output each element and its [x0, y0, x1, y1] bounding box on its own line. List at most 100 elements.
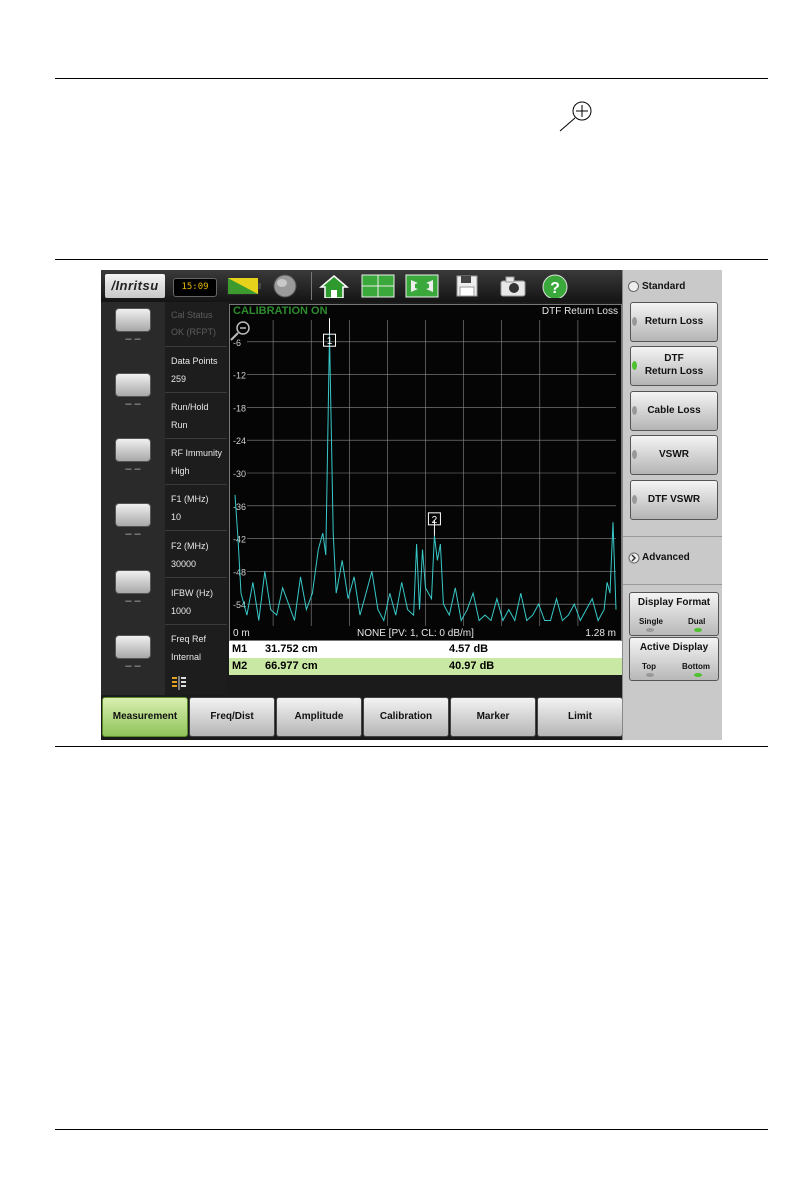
- dtf-return-loss-button[interactable]: DTF Return Loss: [630, 346, 718, 386]
- param-label: Freq Ref: [171, 634, 207, 644]
- param-ifbw: IFBW (Hz) 1000: [165, 578, 227, 625]
- param-value: Run: [171, 420, 188, 430]
- bottom-menu-bar: Measurement Freq/Dist Amplitude Calibrat…: [101, 695, 623, 740]
- parameter-list-icon[interactable]: [171, 676, 187, 690]
- top-rule: [55, 78, 768, 79]
- marker-value: 40.97 dB: [449, 660, 495, 672]
- softkey-4-label: – –: [125, 528, 141, 540]
- figure-bottom-rule: [55, 746, 768, 747]
- param-run-hold: Run/Hold Run: [165, 393, 227, 439]
- param-value: High: [171, 466, 190, 476]
- marker-row-m1[interactable]: M1 31.752 cm 4.57 dB: [229, 641, 622, 658]
- save-icon[interactable]: [455, 274, 479, 298]
- y-tick-label: -30: [233, 469, 246, 479]
- marker-label: 1: [327, 336, 333, 347]
- button-label-line1: DTF: [664, 353, 684, 364]
- camera-icon[interactable]: [499, 274, 527, 298]
- button-label: Return Loss: [644, 316, 704, 327]
- marker-label: 2: [432, 515, 438, 526]
- dual-indicator: [694, 628, 702, 632]
- marker-row-m2[interactable]: M2 66.977 cm 40.97 dB: [229, 658, 622, 675]
- home-icon[interactable]: [319, 274, 349, 298]
- menu-marker-button[interactable]: Marker: [450, 697, 536, 737]
- marker-table: M1 31.752 cm 4.57 dB M2 66.977 cm 40.97 …: [229, 641, 622, 675]
- clock-display: 15:09: [173, 278, 217, 297]
- x-axis-end: 1.28 m: [585, 628, 616, 639]
- toggle-title: Display Format: [637, 597, 711, 608]
- advanced-heading[interactable]: Advanced: [642, 552, 690, 563]
- param-label: RF Immunity: [171, 448, 223, 458]
- y-tick-label: -42: [233, 535, 246, 545]
- vswr-button[interactable]: VSWR: [630, 435, 718, 475]
- softkey-3[interactable]: [115, 438, 151, 462]
- param-label: Run/Hold: [171, 402, 209, 412]
- toolbar-separator: [311, 272, 312, 300]
- calibration-status: CALIBRATION ON: [233, 305, 328, 317]
- standard-heading[interactable]: Standard: [642, 281, 685, 292]
- dtf-vswr-button[interactable]: DTF VSWR: [630, 480, 718, 520]
- top-toolbar: /Inritsu 15:09 ?: [101, 270, 622, 302]
- zoom-in-icon[interactable]: [556, 98, 596, 134]
- marker-distance: 66.977 cm: [265, 660, 318, 672]
- marker-name: M2: [232, 660, 248, 672]
- y-tick-label: -12: [233, 371, 246, 381]
- marker-name: M1: [232, 643, 248, 655]
- softkey-4[interactable]: [115, 503, 151, 527]
- graph-area[interactable]: -6 -12 -18 -24 -30 -36 -42 -48 -54 1 2 CALIBRATION…: [229, 304, 622, 641]
- button-label: VSWR: [659, 449, 689, 460]
- instrument-screen: /Inritsu 15:09 ? – – – – – – – – – – – –…: [101, 270, 722, 740]
- button-label: DTF VSWR: [647, 494, 701, 505]
- bottom-indicator: [694, 673, 702, 677]
- help-icon[interactable]: ?: [542, 274, 568, 298]
- standard-check-icon: [628, 281, 639, 292]
- zoom-display-icon[interactable]: [405, 274, 439, 298]
- softkey-1-label: – –: [125, 333, 141, 345]
- menu-limit-button[interactable]: Limit: [537, 697, 623, 737]
- menu-freq-dist-button[interactable]: Freq/Dist: [189, 697, 275, 737]
- x-axis-start: 0 m: [233, 628, 250, 639]
- softkey-3-label: – –: [125, 463, 141, 475]
- parameter-panel: Cal Status OK (RFPT) Data Points 259 Run…: [165, 302, 227, 698]
- dtf-chart: -6-12-18-24-30-36-42-48-5412: [229, 304, 622, 641]
- param-value: Internal: [171, 652, 202, 662]
- svg-text:?: ?: [550, 280, 560, 297]
- option-top: Top: [642, 662, 657, 671]
- param-label: Cal Status: [171, 310, 213, 320]
- menu-calibration-button[interactable]: Calibration: [363, 697, 449, 737]
- param-value: 1000: [171, 606, 192, 616]
- softkey-1[interactable]: [115, 308, 151, 332]
- active-display-toggle[interactable]: Active Display Top Bottom: [629, 637, 719, 681]
- chevron-right-icon: [628, 552, 640, 564]
- gps-globe-icon[interactable]: [271, 274, 299, 298]
- y-tick-label: -36: [233, 502, 246, 512]
- top-indicator: [646, 673, 654, 677]
- softkey-6[interactable]: [115, 635, 151, 659]
- y-tick-label: -18: [233, 403, 246, 413]
- y-tick-label: -24: [233, 436, 246, 446]
- display-format-toggle[interactable]: Display Format Single Dual: [629, 592, 719, 636]
- layout-icon[interactable]: [361, 274, 395, 298]
- single-indicator: [646, 628, 654, 632]
- param-value: 10: [171, 512, 182, 522]
- param-value: 259: [171, 374, 187, 384]
- return-loss-button[interactable]: Return Loss: [630, 302, 718, 342]
- softkey-5-label: – –: [125, 595, 141, 607]
- param-label: F1 (MHz): [171, 494, 209, 504]
- marker-value: 4.57 dB: [449, 643, 489, 655]
- param-cal-status: Cal Status OK (RFPT): [165, 302, 227, 347]
- param-label: F2 (MHz): [171, 541, 209, 551]
- left-softkey-panel: – – – – – – – – – – – –: [101, 302, 165, 698]
- cable-loss-button[interactable]: Cable Loss: [630, 391, 718, 431]
- toggle-title: Active Display: [639, 642, 709, 653]
- button-label: Cable Loss: [647, 405, 701, 416]
- softkey-2[interactable]: [115, 373, 151, 397]
- softkey-5[interactable]: [115, 570, 151, 594]
- menu-amplitude-button[interactable]: Amplitude: [276, 697, 362, 737]
- param-f1: F1 (MHz) 10: [165, 485, 227, 531]
- button-label-line2: Return Loss: [644, 366, 704, 377]
- panel-divider: [623, 584, 722, 585]
- param-label: Data Points: [171, 356, 218, 366]
- zoom-out-icon[interactable]: [229, 320, 251, 342]
- menu-measurement-button[interactable]: Measurement: [102, 697, 188, 737]
- footer-rule: [55, 1129, 768, 1130]
